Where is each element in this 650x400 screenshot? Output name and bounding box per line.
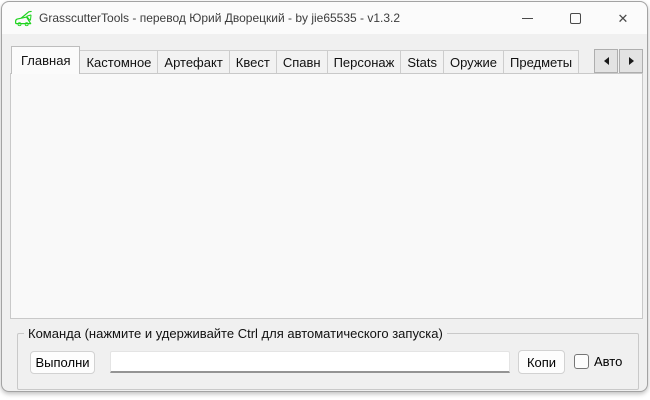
tab-quest[interactable]: Квест [229, 50, 277, 74]
app-logo-icon [15, 10, 33, 27]
tab-scroll-left-button[interactable] [594, 49, 618, 73]
tab-spawn[interactable]: Спавн [276, 50, 328, 74]
close-button[interactable]: ✕ [600, 2, 646, 34]
minimize-button[interactable] [506, 2, 548, 34]
tab-character[interactable]: Персонаж [327, 50, 402, 74]
tab-stats[interactable]: Stats [400, 50, 444, 74]
maximize-icon [570, 13, 581, 24]
tab-home[interactable]: Главная [11, 46, 80, 74]
command-groupbox: Команда (нажмите и удерживайте Ctrl для … [17, 333, 639, 390]
command-input[interactable] [110, 351, 510, 373]
tab-scroller [594, 49, 643, 73]
tab-artifact[interactable]: Артефакт [157, 50, 229, 74]
tab-items[interactable]: Предметы [503, 50, 579, 74]
arrow-left-icon [604, 57, 609, 65]
command-group-title: Команда (нажмите и удерживайте Ctrl для … [24, 326, 447, 341]
window-title: GrasscutterTools - перевод Юрий Дворецки… [39, 11, 400, 25]
close-icon: ✕ [618, 12, 629, 25]
tab-strip: Главная Кастомное Артефакт Квест Спавн П… [11, 46, 579, 74]
tab-custom[interactable]: Кастомное [79, 50, 158, 74]
minimize-icon [522, 18, 533, 19]
titlebar: GrasscutterTools - перевод Юрий Дворецки… [2, 2, 647, 34]
tab-scroll-right-button[interactable] [619, 49, 643, 73]
app-window: GrasscutterTools - перевод Юрий Дворецки… [1, 1, 648, 392]
screen: GrasscutterTools - перевод Юрий Дворецки… [0, 0, 650, 400]
run-command-button[interactable]: Выполни [30, 351, 95, 374]
auto-checkbox[interactable] [574, 354, 589, 369]
arrow-right-icon [629, 57, 634, 65]
copy-command-button[interactable]: Копи [518, 350, 565, 374]
maximize-button[interactable] [554, 2, 596, 34]
auto-label: Авто [594, 354, 622, 369]
home-tab-panel [10, 73, 643, 319]
tab-weapon[interactable]: Оружие [443, 50, 504, 74]
